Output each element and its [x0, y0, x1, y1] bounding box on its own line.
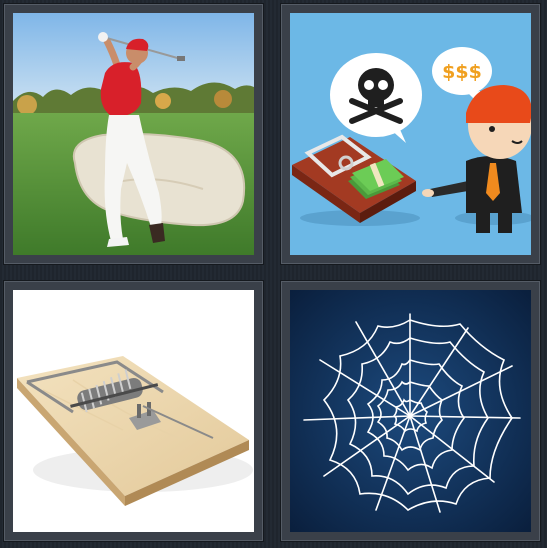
- spider-web-icon: [290, 290, 531, 532]
- mousetrap-photo: [13, 290, 254, 532]
- picture-tile-mousetrap-photo[interactable]: [4, 281, 263, 541]
- picture-tile-mousetrap-cartoon[interactable]: $$$: [281, 4, 540, 264]
- golf-photo: [13, 13, 254, 255]
- picture-tile-spider-web[interactable]: [281, 281, 540, 541]
- puzzle-board: $$$: [0, 0, 547, 548]
- money-sign-text: $$$: [442, 61, 482, 83]
- golfer-image: [13, 13, 254, 255]
- spider-web-picture: [290, 290, 531, 532]
- picture-tile-golf[interactable]: [4, 4, 263, 264]
- mousetrap-cartoon: $$$: [290, 13, 531, 255]
- mousetrap-photo-image: [13, 290, 254, 532]
- mousetrap-money-image: $$$: [290, 13, 531, 255]
